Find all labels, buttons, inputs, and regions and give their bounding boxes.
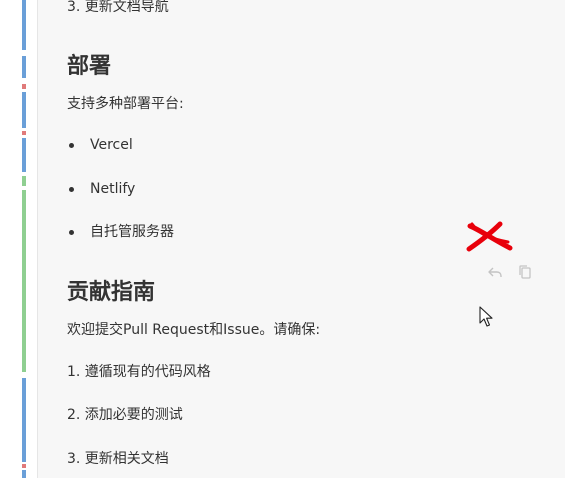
gutter-mark <box>22 190 26 372</box>
gutter-mark <box>22 131 26 135</box>
list-item-label: Netlify <box>90 181 136 197</box>
list-item: 2. 添加必要的测试 <box>67 407 183 423</box>
gutter-mark <box>22 56 26 78</box>
gutter-mark <box>22 138 26 172</box>
list-item: 3. 更新相关文档 <box>67 451 169 467</box>
gutter-mark <box>22 176 26 186</box>
section-heading-contributing: 贡献指南 <box>67 280 156 305</box>
app-frame: 3. 更新文档导航 部署 支持多种部署平台: Vercel Netlify 自托… <box>0 0 565 478</box>
list-item-label: 自托管服务器 <box>90 224 174 240</box>
bullet-icon <box>69 187 74 192</box>
change-gutter <box>22 0 26 478</box>
list-item: 3. 更新文档导航 <box>67 0 169 15</box>
gutter-mark <box>22 464 26 468</box>
paragraph: 欢迎提交Pull Request和Issue。请确保: <box>67 322 321 338</box>
gutter-mark <box>22 378 26 462</box>
section-heading-deploy: 部署 <box>67 54 112 79</box>
list-item-label: Vercel <box>90 137 133 153</box>
reply-icon[interactable] <box>486 263 504 281</box>
list-item: 1. 遵循现有的代码风格 <box>67 364 211 380</box>
gutter-mark <box>22 470 26 478</box>
paragraph: 支持多种部署平台: <box>67 96 184 112</box>
bullet-icon <box>69 230 74 235</box>
red-x-mark-icon <box>466 221 513 252</box>
gutter-mark <box>22 84 26 89</box>
bullet-icon <box>69 143 74 148</box>
gutter-mark <box>22 92 26 128</box>
mouse-cursor-icon <box>479 306 493 327</box>
gutter-mark <box>22 0 26 50</box>
copy-icon[interactable] <box>516 263 534 281</box>
